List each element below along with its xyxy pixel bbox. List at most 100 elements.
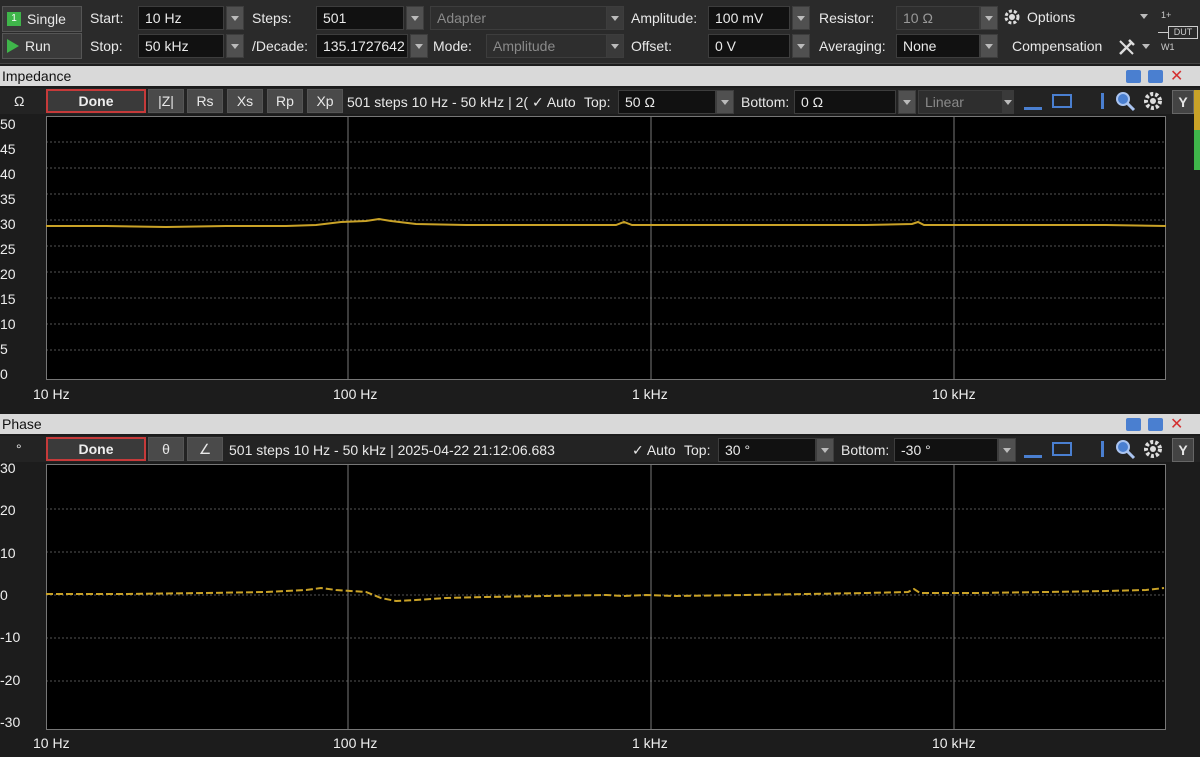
impedance-sweep-info: 501 steps 10 Hz - 50 kHz | 2( xyxy=(347,94,529,110)
fit-horizontal-icon[interactable] xyxy=(1052,94,1072,108)
zoom-icon[interactable] xyxy=(1114,90,1136,112)
per-decade-dropdown-icon[interactable] xyxy=(410,34,428,58)
phase-top-label: Top: xyxy=(684,442,711,458)
phase-plot[interactable] xyxy=(46,464,1166,730)
tab-rp[interactable]: Rp xyxy=(267,89,303,113)
resistor-label: Resistor: xyxy=(819,10,875,26)
averaging-dropdown-icon[interactable] xyxy=(980,34,998,58)
offset-field[interactable]: 0 V xyxy=(708,34,790,58)
cursor-icon[interactable] xyxy=(1024,92,1042,110)
impedance-done-button[interactable]: Done xyxy=(46,89,146,113)
run-button[interactable]: Run xyxy=(2,33,82,59)
phase-done-button[interactable]: Done xyxy=(46,437,146,461)
compensation-label[interactable]: Compensation xyxy=(1012,38,1102,54)
phase-ytick: -30 xyxy=(0,714,21,730)
phase-ytick: 20 xyxy=(0,502,16,518)
settings-gear-icon[interactable] xyxy=(1142,438,1166,460)
averaging-select[interactable]: None xyxy=(896,34,980,58)
phase-unit: ° xyxy=(16,441,22,457)
dut-box: DUT xyxy=(1168,26,1198,39)
fit-vertical-icon[interactable] xyxy=(1088,441,1104,457)
phase-decade-lines xyxy=(347,464,955,730)
phase-auto-toggle[interactable]: ✓ Auto xyxy=(632,442,676,459)
phase-top-dropdown-icon[interactable] xyxy=(816,438,834,462)
impedance-scale-select[interactable]: Linear xyxy=(918,90,1010,114)
offset-label: Offset: xyxy=(631,38,672,54)
single-label: Single xyxy=(27,11,66,27)
impedance-bottom-label: Bottom: xyxy=(741,94,790,110)
impedance-bottom-field[interactable]: 0 Ω xyxy=(794,90,896,114)
phase-xtick: 100 Hz xyxy=(333,735,378,751)
impedance-ytick: 45 xyxy=(0,141,16,157)
pin-1-label: 1+ xyxy=(1161,10,1172,20)
single-button[interactable]: 1 Single xyxy=(2,6,82,32)
impedance-y-button[interactable]: Y xyxy=(1172,90,1194,114)
impedance-ytick: 5 xyxy=(0,341,8,357)
phase-sweep-info: 501 steps 10 Hz - 50 kHz | 2025-04-22 21… xyxy=(229,442,555,458)
impedance-ytick: 30 xyxy=(0,216,16,232)
start-field[interactable]: 10 Hz xyxy=(138,6,224,30)
resistor-select[interactable]: 10 Ω xyxy=(896,6,980,30)
restore-icon[interactable] xyxy=(1126,70,1141,83)
close-icon[interactable]: ✕ xyxy=(1170,66,1183,86)
cursor-icon[interactable] xyxy=(1024,440,1042,458)
phase-bottom-dropdown-icon[interactable] xyxy=(998,438,1016,462)
options-dropdown-icon[interactable] xyxy=(1140,14,1148,19)
tab-xs[interactable]: Xs xyxy=(227,89,263,113)
fit-vertical-icon[interactable] xyxy=(1088,93,1104,109)
mode-dropdown-icon[interactable] xyxy=(606,34,624,58)
phase-trace xyxy=(46,586,1165,603)
offset-dropdown-icon[interactable] xyxy=(792,34,810,58)
steps-field[interactable]: 501 xyxy=(316,6,404,30)
dut-wire xyxy=(1158,32,1168,33)
phase-ytick: -10 xyxy=(0,629,21,645)
impedance-ytick: 15 xyxy=(0,291,16,307)
steps-dropdown-icon[interactable] xyxy=(406,6,424,30)
impedance-xtick: 10 Hz xyxy=(33,386,70,402)
options-button[interactable]: Options xyxy=(1003,8,1075,26)
close-icon[interactable]: ✕ xyxy=(1170,414,1183,434)
tab-z[interactable]: |Z| xyxy=(148,89,184,113)
phase-ytick: 10 xyxy=(0,545,16,561)
zoom-icon[interactable] xyxy=(1114,438,1136,460)
restore-icon[interactable] xyxy=(1126,418,1141,431)
impedance-plot[interactable] xyxy=(46,116,1166,380)
pin-w1-label: W1 xyxy=(1161,42,1175,52)
impedance-top-label: Top: xyxy=(584,94,611,110)
impedance-ytick: 40 xyxy=(0,166,16,182)
phase-y-button[interactable]: Y xyxy=(1172,438,1194,462)
amplitude-field[interactable]: 100 mV xyxy=(708,6,790,30)
per-decade-field[interactable]: 135.1727642 xyxy=(316,34,408,58)
tab-angle[interactable]: ∠ xyxy=(187,437,223,461)
run-label: Run xyxy=(25,38,51,54)
maximize-icon[interactable] xyxy=(1148,418,1163,431)
adapter-select[interactable]: Adapter xyxy=(430,6,608,30)
start-dropdown-icon[interactable] xyxy=(226,6,244,30)
phase-bottom-field[interactable]: -30 ° xyxy=(894,438,998,462)
compensation-dropdown-icon[interactable] xyxy=(1142,44,1150,49)
impedance-top-dropdown-icon[interactable] xyxy=(716,90,734,114)
impedance-bottom-dropdown-icon[interactable] xyxy=(898,90,916,114)
impedance-series-strip-2 xyxy=(1194,130,1200,170)
impedance-top-field[interactable]: 50 Ω xyxy=(618,90,716,114)
wrench-icon[interactable] xyxy=(1116,36,1138,58)
phase-top-field[interactable]: 30 ° xyxy=(718,438,816,462)
tab-rs[interactable]: Rs xyxy=(187,89,223,113)
resistor-dropdown-icon[interactable] xyxy=(980,6,998,30)
tab-xp[interactable]: Xp xyxy=(307,89,343,113)
start-label: Start: xyxy=(90,10,124,26)
stop-field[interactable]: 50 kHz xyxy=(138,34,224,58)
mode-select[interactable]: Amplitude xyxy=(486,34,608,58)
impedance-ytick: 25 xyxy=(0,241,16,257)
amplitude-dropdown-icon[interactable] xyxy=(792,6,810,30)
impedance-scale-dropdown-icon[interactable] xyxy=(1002,90,1014,114)
maximize-icon[interactable] xyxy=(1148,70,1163,83)
fit-horizontal-icon[interactable] xyxy=(1052,442,1072,456)
adapter-dropdown-icon[interactable] xyxy=(606,6,624,30)
settings-gear-icon[interactable] xyxy=(1142,90,1166,112)
tab-theta[interactable]: θ xyxy=(148,437,184,461)
stop-dropdown-icon[interactable] xyxy=(226,34,244,58)
averaging-label: Averaging: xyxy=(819,38,886,54)
impedance-auto-toggle[interactable]: ✓ Auto xyxy=(532,94,576,111)
phase-ytick: 0 xyxy=(0,587,8,603)
